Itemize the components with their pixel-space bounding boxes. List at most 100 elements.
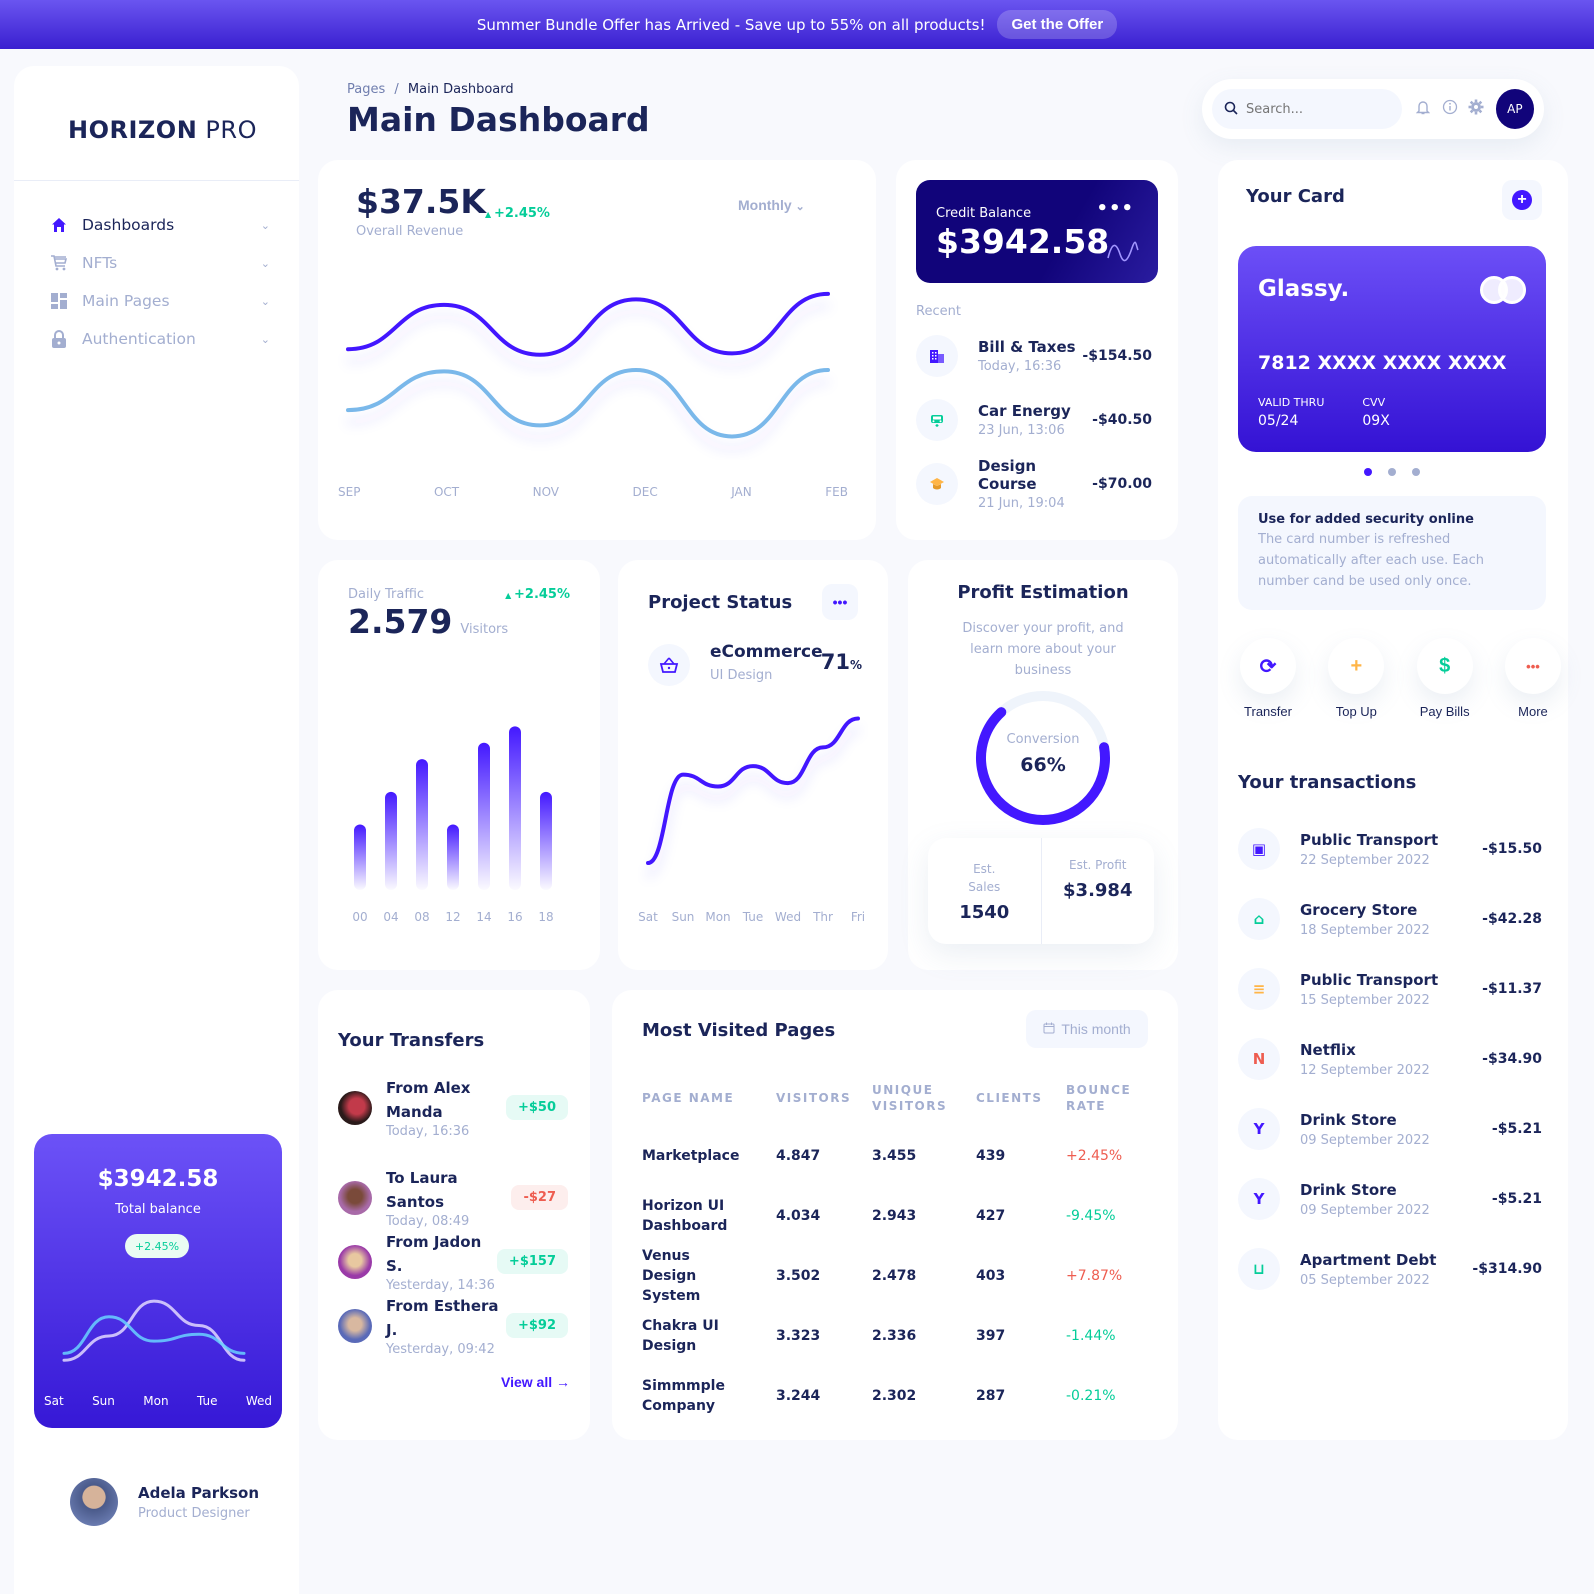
search-icon xyxy=(1224,100,1238,119)
carousel-dot[interactable] xyxy=(1364,468,1372,476)
breadcrumb-root[interactable]: Pages xyxy=(347,82,385,97)
daily-traffic-bar-chart xyxy=(354,726,552,890)
transaction-name: Public Transport xyxy=(1300,970,1439,989)
page-name-cell: Venus Design System xyxy=(642,1248,701,1304)
transfer-item[interactable]: To Laura Santos Today, 08:49 -$27 xyxy=(338,1166,568,1229)
transaction-date: 12 September 2022 xyxy=(1300,1062,1430,1078)
clients-cell: 397 xyxy=(976,1328,1006,1344)
daily-traffic-label: Daily Traffic xyxy=(348,587,425,602)
sidebar-item-label: Authentication xyxy=(82,330,196,348)
chevron-down-icon[interactable]: ⌄ xyxy=(261,219,270,232)
info-icon[interactable] xyxy=(1436,99,1463,119)
user-profile[interactable]: Adela Parkson Product Designer xyxy=(70,1478,259,1526)
transfer-item[interactable]: From Alex Manda Today, 16:36 +$50 xyxy=(338,1076,568,1139)
get-offer-button[interactable]: Get the Offer xyxy=(997,10,1118,39)
transaction-item[interactable]: ⊔ Apartment Debt 05 September 2022 -$314.… xyxy=(1238,1246,1542,1292)
transaction-item[interactable]: Y Drink Store 09 September 2022 -$5.21 xyxy=(1238,1176,1542,1222)
chevron-down-icon[interactable]: ⌄ xyxy=(261,257,270,270)
carousel-dot[interactable] xyxy=(1388,468,1396,476)
visitors-cell: 3.502 xyxy=(776,1268,821,1284)
table-row[interactable]: Simmmple Company 3.244 2.302 287 -0.21% xyxy=(642,1366,1142,1426)
payment-card[interactable]: Glassy. 7812 XXXX XXXX XXXX VALID THRU 05… xyxy=(1238,246,1546,452)
search-box[interactable] xyxy=(1212,89,1402,129)
x-tick-label: SEP xyxy=(338,485,361,499)
sidebar-item-dashboards[interactable]: Dashboards ⌄ xyxy=(50,206,270,244)
project-options-button[interactable]: ••• xyxy=(822,584,858,620)
brand-logo[interactable]: HORIZON PRO xyxy=(68,116,257,144)
project-percent-value: 71 xyxy=(820,650,850,674)
chevron-down-icon[interactable]: ⌄ xyxy=(261,333,270,346)
transfer-item[interactable]: From Jadon S. Yesterday, 14:36 +$157 xyxy=(338,1230,568,1293)
unique-visitors-cell: 2.302 xyxy=(872,1388,917,1404)
cvv-value: 09X xyxy=(1362,413,1390,429)
user-avatar[interactable]: AP xyxy=(1495,89,1534,129)
action-top-up-button[interactable]: + Top Up xyxy=(1316,638,1396,719)
project-status-title: Project Status xyxy=(648,592,793,613)
transaction-item[interactable]: N Netflix 12 September 2022 -$34.90 xyxy=(1238,1036,1542,1082)
period-dropdown[interactable]: Monthly ⌄ xyxy=(738,197,805,213)
recent-transaction[interactable]: Bill & Taxes Today, 16:36 -$154.50 xyxy=(916,332,1152,380)
clients-cell: 403 xyxy=(976,1268,1006,1284)
total-balance-change-badge: +2.45% xyxy=(125,1234,189,1258)
sidebar-item-label: Dashboards xyxy=(82,216,175,234)
revenue-change: ▲ +2.45% xyxy=(485,206,550,221)
grid-icon xyxy=(50,292,68,310)
mastercard-icon xyxy=(1480,276,1526,304)
transaction-item[interactable]: ⌂ Grocery Store 18 September 2022 -$42.28 xyxy=(1238,896,1542,942)
revenue-label: Overall Revenue xyxy=(356,224,464,239)
table-row[interactable]: Marketplace 4.847 3.455 439 +2.45% xyxy=(642,1126,1142,1186)
transfer-item[interactable]: From Esthera J. Yesterday, 09:42 +$92 xyxy=(338,1294,568,1357)
traffic-bar xyxy=(447,824,459,890)
table-row[interactable]: Venus Design System 3.502 2.478 403 +7.87% xyxy=(642,1246,1142,1306)
add-card-button[interactable]: + xyxy=(1502,180,1542,220)
dollar-icon: $ xyxy=(1416,638,1473,694)
clients-cell: 287 xyxy=(976,1388,1006,1404)
column-header[interactable]: PAGE NAME xyxy=(642,1070,776,1126)
sidebar-item-authentication[interactable]: Authentication ⌄ xyxy=(50,320,270,358)
card-number: 7812 XXXX XXXX XXXX xyxy=(1258,352,1507,374)
action-pay-bills-button[interactable]: $ Pay Bills xyxy=(1405,638,1485,719)
credit-balance-label: Credit Balance xyxy=(936,206,1032,221)
recent-transaction[interactable]: Car Energy 23 Jun, 13:06 -$40.50 xyxy=(916,396,1152,444)
valid-thru-value: 05/24 xyxy=(1258,413,1299,429)
bell-icon[interactable] xyxy=(1410,100,1437,119)
carousel-dot[interactable] xyxy=(1412,468,1420,476)
transaction-date: 18 September 2022 xyxy=(1300,922,1430,938)
recent-transaction-title: Bill & Taxes xyxy=(978,338,1076,356)
transfer-date: Yesterday, 09:42 xyxy=(386,1342,495,1357)
chevron-down-icon[interactable]: ⌄ xyxy=(261,295,270,308)
transaction-item[interactable]: ▣ Public Transport 22 September 2022 -$15… xyxy=(1238,826,1542,872)
column-header[interactable]: UNIQUE VISITORS xyxy=(872,1070,976,1126)
project-line-chart xyxy=(646,716,860,865)
page-title: Main Dashboard xyxy=(347,100,650,139)
transaction-amount: -$5.21 xyxy=(1491,1191,1542,1207)
transaction-item[interactable]: Y Drink Store 09 September 2022 -$5.21 xyxy=(1238,1106,1542,1152)
table-row[interactable]: Horizon UI Dashboard 4.034 2.943 427 -9.45% xyxy=(642,1186,1142,1246)
x-tick-label: Tue xyxy=(196,1394,218,1408)
column-header[interactable]: CLIENTS xyxy=(976,1070,1066,1126)
search-input[interactable] xyxy=(1246,101,1386,117)
column-header[interactable]: VISITORS xyxy=(776,1070,872,1126)
car-icon xyxy=(916,399,958,441)
building-icon xyxy=(916,335,958,377)
transfer-name: From Jadon S. xyxy=(386,1233,482,1275)
recent-transaction-amount: -$70.00 xyxy=(1092,476,1152,492)
recent-label: Recent xyxy=(916,304,961,319)
profit-title: Profit Estimation xyxy=(957,582,1129,603)
column-header[interactable]: BOUNCE RATE xyxy=(1066,1070,1142,1126)
sidebar-item-main-pages[interactable]: Main Pages ⌄ xyxy=(50,282,270,320)
transaction-item[interactable]: ≡ Public Transport 15 September 2022 -$11… xyxy=(1238,966,1542,1012)
x-tick-label: 16 xyxy=(507,910,523,924)
table-row[interactable]: Chakra UI Design 3.323 2.336 397 -1.44% xyxy=(642,1306,1142,1366)
gear-icon[interactable] xyxy=(1463,99,1490,119)
date-filter-button[interactable]: This month xyxy=(1026,1010,1148,1048)
more-icon[interactable]: ••• xyxy=(1096,198,1134,219)
action-more-button[interactable]: ••• More xyxy=(1493,638,1573,719)
sidebar-item-nfts[interactable]: NFTs ⌄ xyxy=(50,244,270,282)
view-all-link[interactable]: View all → xyxy=(501,1374,570,1390)
x-tick-label: JAN xyxy=(731,485,752,499)
action-transfer-button[interactable]: ⟳ Transfer xyxy=(1228,638,1308,719)
card-carousel-dots xyxy=(1218,468,1566,476)
recent-transaction[interactable]: Design Course 21 Jun, 19:04 -$70.00 xyxy=(916,457,1152,511)
transfers-card: Your Transfers From Alex Manda Today, 16:… xyxy=(318,990,590,1440)
